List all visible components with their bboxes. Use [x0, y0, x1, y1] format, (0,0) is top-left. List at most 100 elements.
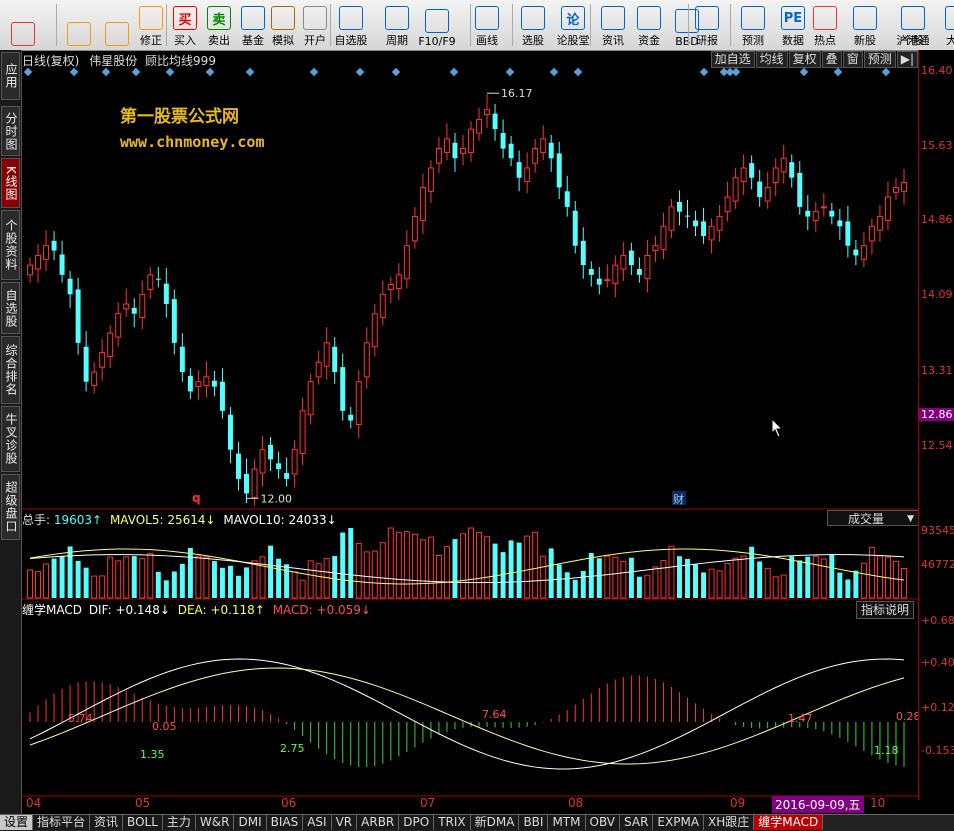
volume-indicator-select[interactable]: 成交量 ▼	[827, 510, 919, 526]
star-icon	[339, 6, 363, 30]
indicator-tab-0[interactable]: 设置	[0, 815, 34, 830]
indicator-tab-17[interactable]: SAR	[620, 815, 654, 830]
chart-button-3[interactable]: 叠	[821, 51, 842, 68]
sidebar-item-0[interactable]: 应用	[1, 52, 20, 100]
volume-bar-up	[812, 555, 819, 599]
toolbar-separator	[56, 4, 57, 46]
toolbar-forum-button[interactable]: 论论股堂	[556, 2, 590, 48]
sidebar-item-2[interactable]: K线图	[1, 158, 20, 208]
toolbar-forecast-button[interactable]: 预测	[736, 2, 770, 48]
chart-button-2[interactable]: 复权	[788, 51, 821, 68]
indicator-tab-19[interactable]: XH跟庄	[704, 815, 755, 830]
volume-bar-down	[187, 547, 193, 598]
chart-button-0[interactable]: 加自选	[710, 51, 755, 68]
toolbar-pe-button[interactable]: PE 数据	[776, 2, 810, 48]
indicator-tab-5[interactable]: W&R	[195, 815, 235, 830]
macd-inline-label: 1.18	[874, 744, 899, 757]
toolbar-pen-button[interactable]: 画线	[470, 2, 504, 48]
indicator-tab-14[interactable]: BBI	[519, 815, 549, 830]
indicator-tab-10[interactable]: ARBR	[357, 815, 400, 830]
candle-down	[227, 414, 233, 450]
sidebar-item-1[interactable]: 分时图	[1, 106, 20, 156]
volume-bar-up	[195, 555, 202, 599]
volume-bar-up	[387, 527, 394, 599]
volume-bar-down	[155, 571, 161, 598]
candle-down	[837, 220, 843, 227]
indicator-tab-16[interactable]: OBV	[585, 815, 621, 830]
toolbar-ipo-button[interactable]: 新股	[848, 2, 882, 48]
indicator-tab-7[interactable]: BIAS	[266, 815, 304, 830]
toolbar-select-button[interactable]: 选股	[516, 2, 550, 48]
indicator-help-button[interactable]: 指标说明	[856, 601, 915, 619]
indicator-name[interactable]: 顾比均线999	[145, 54, 216, 68]
chart-button-5[interactable]: 预测	[863, 51, 896, 68]
volume-bar-down	[75, 560, 81, 598]
toolbar-sell-button[interactable]: 卖卖出	[202, 2, 236, 48]
price-tick-label: 16.40	[921, 63, 953, 77]
event-diamond-icon	[23, 67, 33, 77]
volume-bar-down	[83, 567, 89, 598]
chart-button-4[interactable]: 窗	[842, 51, 863, 68]
sidebar-item-7[interactable]: 超级盘口	[1, 474, 20, 540]
watermark-title: 第一股票公式网	[120, 107, 239, 127]
toolbar-label: 论股堂	[556, 34, 590, 47]
candle-down	[51, 240, 57, 251]
sidebar-item-4[interactable]: 自选股	[1, 282, 20, 334]
candle-down	[179, 346, 185, 372]
toolbar-f10-button[interactable]: F10/F9	[418, 2, 456, 48]
candle-up	[91, 371, 98, 387]
cai-marker: 财	[673, 492, 684, 506]
chart-button-1[interactable]: 均线	[755, 51, 788, 68]
toolbar-fund-button[interactable]: 基金	[236, 2, 270, 48]
toolbar-label: 个股	[902, 34, 924, 47]
forum-icon: 论	[561, 6, 585, 30]
indicator-tab-6[interactable]: DMI	[234, 815, 267, 830]
sidebar-item-3[interactable]: 个股资料	[1, 210, 20, 280]
indicator-tab-3[interactable]: BOLL	[123, 815, 163, 830]
indicator-tab-9[interactable]: VR	[331, 815, 358, 830]
candle-down	[676, 202, 682, 212]
indicator-tab-1[interactable]: 指标平台	[33, 815, 91, 830]
indicator-tab-4[interactable]: 主力	[162, 815, 196, 830]
toolbar-label: 资讯	[602, 34, 624, 47]
toolbar-money-button[interactable]: 资金	[632, 2, 666, 48]
toolbar-hot-button[interactable]: 热点	[808, 2, 842, 48]
toolbar-report-button[interactable]: 研报	[690, 2, 724, 48]
toolbar-buy-button[interactable]: 买买入	[168, 2, 202, 48]
indicator-tab-8[interactable]: ASI	[303, 815, 332, 830]
toolbar-hammer-button[interactable]: 模拟	[266, 2, 300, 48]
toolbar-clock-button[interactable]: 周期	[380, 2, 414, 48]
indicator-tab-11[interactable]: DPO	[399, 815, 435, 830]
indicator-tab-20[interactable]: 缠学MACD	[754, 815, 824, 830]
toolbar-market-button[interactable]: 大盘	[940, 2, 954, 48]
sidebar-item-5[interactable]: 综合排名	[1, 336, 20, 404]
volume-bar-up	[476, 532, 483, 599]
toolbar-refresh-button[interactable]: 修正	[134, 2, 168, 48]
toolbar-back-arrow-button[interactable]	[62, 2, 96, 48]
toolbar-up-down-button[interactable]	[100, 2, 134, 48]
toolbar-news-button[interactable]: 资讯	[596, 2, 630, 48]
indicator-tab-15[interactable]: MTM	[548, 815, 586, 830]
time-tick-label: 08	[568, 796, 584, 810]
expand-icon[interactable]: ▶|	[896, 51, 918, 68]
money-icon	[637, 6, 661, 30]
indicator-tab-bar: 设置 指标平台 资讯 BOLL 主力 W&R DMI BIAS ASI VR ARBR DPO TRIX…	[0, 814, 954, 831]
volume-bar-down	[235, 575, 241, 598]
toolbar-stock-button[interactable]: 个股	[896, 2, 930, 48]
toolbar-star-button[interactable]: 自选股	[334, 2, 368, 48]
toolbar-separator	[512, 4, 513, 46]
indicator-tab-2[interactable]: 资讯	[90, 815, 124, 830]
volume-bar-up	[395, 531, 402, 599]
chevron-down-icon: ▼	[907, 514, 914, 524]
indicator-tab-18[interactable]: EXPMA	[653, 815, 705, 830]
event-diamond-icon	[391, 67, 401, 77]
candle-down	[564, 191, 570, 207]
toolbar-lock-button[interactable]: 开户	[298, 2, 332, 48]
toolbar-windows-button[interactable]	[6, 2, 40, 48]
indicator-tab-12[interactable]: TRIX	[434, 815, 471, 830]
candle-down	[685, 215, 690, 217]
indicator-tab-13[interactable]: 新DMA	[470, 815, 520, 830]
sidebar-item-6[interactable]: 牛叉诊股	[1, 406, 20, 472]
volume-bar-up	[532, 531, 539, 599]
period-label[interactable]: 日线(复权)	[22, 54, 79, 68]
